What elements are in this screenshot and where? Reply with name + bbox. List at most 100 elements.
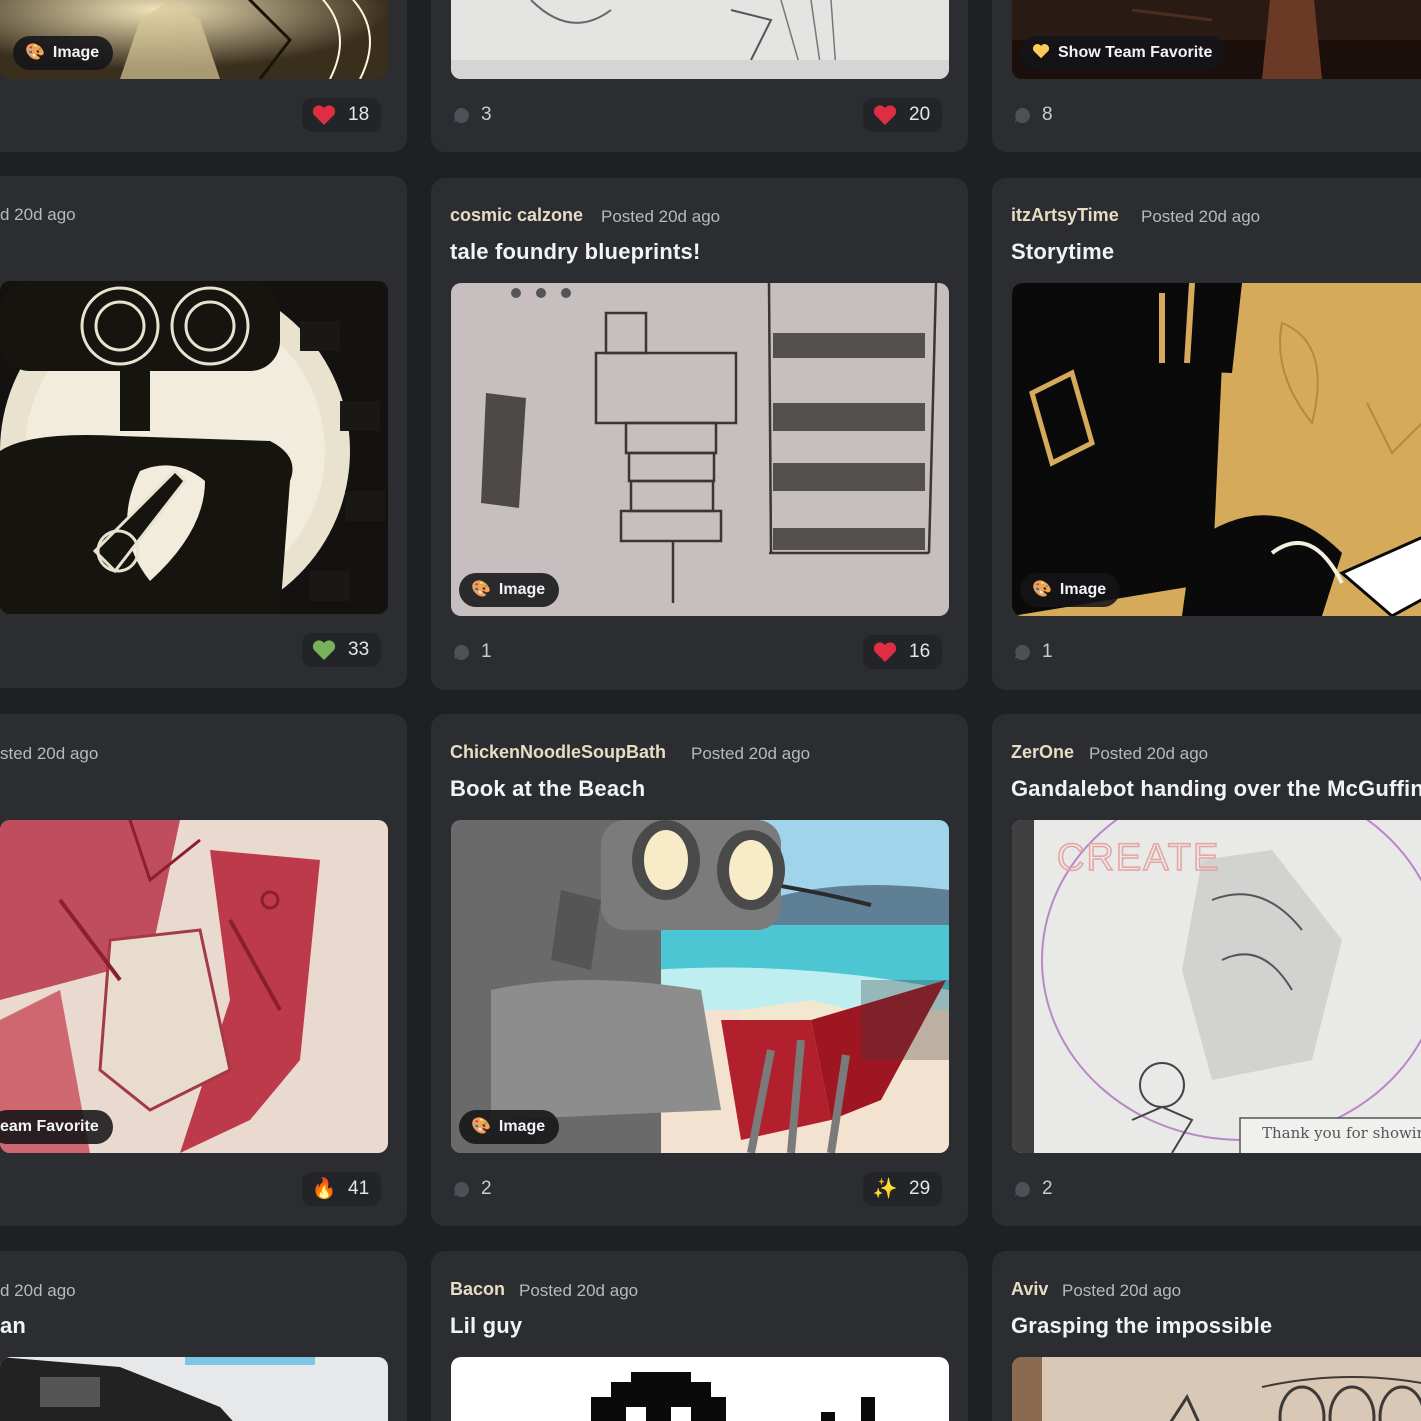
palette-icon: 🎨 [1032,581,1052,598]
art-caption: Thank you for showing me the [1262,1124,1421,1142]
reaction-count: 33 [348,639,370,660]
post-timestamp: d 20d ago [0,205,76,224]
artwork-red-watercolor [0,820,388,1153]
post-image[interactable]: Thank you for showing me the CREATE [1012,820,1421,1153]
forum-gallery: 🎨 Image 18 3 20 Show Team Favorite 8 d 2… [0,0,1421,1421]
show-team-favorite-badge[interactable]: Show Team Favorite [1020,36,1227,70]
post-title[interactable]: an [0,1313,26,1339]
post-timestamp: Posted 20d ago [1141,207,1261,226]
post-image[interactable] [0,1357,388,1421]
post-title[interactable]: Lil guy [450,1313,522,1339]
post-timestamp: Posted 20d ago [519,1281,639,1300]
post-card[interactable]: 3 20 [431,0,968,152]
red-heart-icon [873,641,897,663]
post-image[interactable] [0,281,388,614]
speech-bubble-icon [1014,107,1030,123]
post-card[interactable]: Show Team Favorite 8 [992,0,1421,152]
post-timestamp: d 20d ago [0,1281,76,1300]
reaction-count: 41 [348,1178,370,1199]
post-card[interactable]: ZerOne Posted 20d ago Gandalebot handing… [992,714,1421,1226]
post-image[interactable] [451,283,949,616]
post-title[interactable]: Book at the Beach [450,776,645,802]
post-card[interactable]: Aviv Posted 20d ago Grasping the impossi… [992,1251,1421,1421]
post-card[interactable]: d 20d ago 33 [0,176,407,688]
comment-count[interactable]: 2 [1013,1178,1053,1200]
red-heart-icon [873,104,897,126]
team-favorite-badge[interactable]: eam Favorite [0,1110,113,1144]
reaction-button[interactable]: 33 [302,633,382,667]
artwork-storytime-robot [1012,283,1421,616]
reaction-count: 16 [909,641,931,662]
reaction-button[interactable]: 🔥 41 [302,1172,382,1206]
image-badge: 🎨 Image [459,1110,560,1144]
badge-label: Image [498,581,546,598]
post-card[interactable]: 🎨 Image 18 [0,0,407,152]
post-image[interactable] [1012,283,1421,616]
speech-bubble-icon [453,644,469,660]
post-author[interactable]: ZerOne [1011,742,1074,763]
post-author[interactable]: Bacon [450,1279,505,1300]
post-title[interactable]: tale foundry blueprints! [450,239,700,265]
reaction-count: 29 [909,1178,931,1199]
reaction-button[interactable]: ✨ 29 [863,1172,943,1206]
post-author[interactable]: ChickenNoodleSoupBath [450,742,666,763]
image-badge: 🎨 Image [1020,573,1121,607]
post-card[interactable]: sted 20d ago eam Favorite 🔥 41 [0,714,407,1226]
artwork-pencil-sketch [451,0,949,79]
post-title[interactable]: Storytime [1011,239,1114,265]
badge-label: eam Favorite [0,1118,99,1135]
comment-count-value: 1 [481,641,492,662]
comment-count-value: 3 [481,104,492,125]
post-image[interactable] [0,820,388,1153]
post-card[interactable]: Bacon Posted 20d ago Lil guy [431,1251,968,1421]
post-timestamp: sted 20d ago [0,744,99,763]
comment-count[interactable]: 8 [1013,104,1053,126]
post-timestamp: Posted 20d ago [601,207,721,226]
comment-count-value: 8 [1042,104,1053,125]
post-author[interactable]: cosmic calzone [450,205,583,226]
badge-label: Show Team Favorite [1058,44,1213,61]
art-heading: CREATE [1057,837,1220,879]
comment-count[interactable]: 1 [1013,641,1053,663]
comment-count[interactable]: 1 [452,641,492,663]
post-card[interactable]: cosmic calzone Posted 20d ago tale found… [431,178,968,690]
image-badge: 🎨 Image [459,573,560,607]
post-timestamp: Posted 20d ago [691,744,811,763]
palette-icon: 🎨 [25,44,45,61]
speech-bubble-icon [1014,1181,1030,1197]
comment-count[interactable]: 2 [452,1178,492,1200]
reaction-button[interactable]: 20 [863,98,943,132]
comment-count-value: 1 [1042,641,1053,662]
image-badge: 🎨 Image [13,36,114,70]
post-card[interactable]: ChickenNoodleSoupBath Posted 20d ago Boo… [431,714,968,1226]
comment-count-value: 2 [1042,1178,1053,1199]
reaction-button[interactable]: 18 [302,98,382,132]
reaction-button[interactable]: 16 [863,635,943,669]
post-image[interactable] [451,0,949,79]
palette-icon: 🎨 [471,581,491,598]
post-image[interactable] [1012,1357,1421,1421]
artwork-robot-reading-beach [451,820,949,1153]
post-timestamp: Posted 20d ago [1062,1281,1182,1300]
post-timestamp: Posted 20d ago [1089,744,1209,763]
sparkles-icon: ✨ [872,1178,898,1200]
reaction-count: 18 [348,104,370,125]
post-title[interactable]: Grasping the impossible [1011,1313,1272,1339]
post-author[interactable]: itzArtsyTime [1011,205,1119,226]
post-author[interactable]: Aviv [1011,1279,1048,1300]
speech-bubble-icon [453,1181,469,1197]
post-title[interactable]: Gandalebot handing over the McGuffin [1011,776,1421,802]
badge-label: Image [52,44,100,61]
artwork-blueprint-sketch [451,283,949,616]
post-card[interactable]: itzArtsyTime Posted 20d ago Storytime 🎨 … [992,178,1421,690]
comment-count-value: 2 [481,1178,492,1199]
post-image[interactable] [451,1357,949,1421]
artwork-grasping-sketch [1012,1357,1421,1421]
comment-count[interactable]: 3 [452,104,492,126]
badge-label: Image [498,1118,546,1135]
speech-bubble-icon [1014,644,1030,660]
post-image[interactable] [451,820,949,1153]
post-card[interactable]: d 20d ago an [0,1251,407,1421]
green-heart-icon [312,639,336,661]
artwork-gear-robot [0,281,388,614]
